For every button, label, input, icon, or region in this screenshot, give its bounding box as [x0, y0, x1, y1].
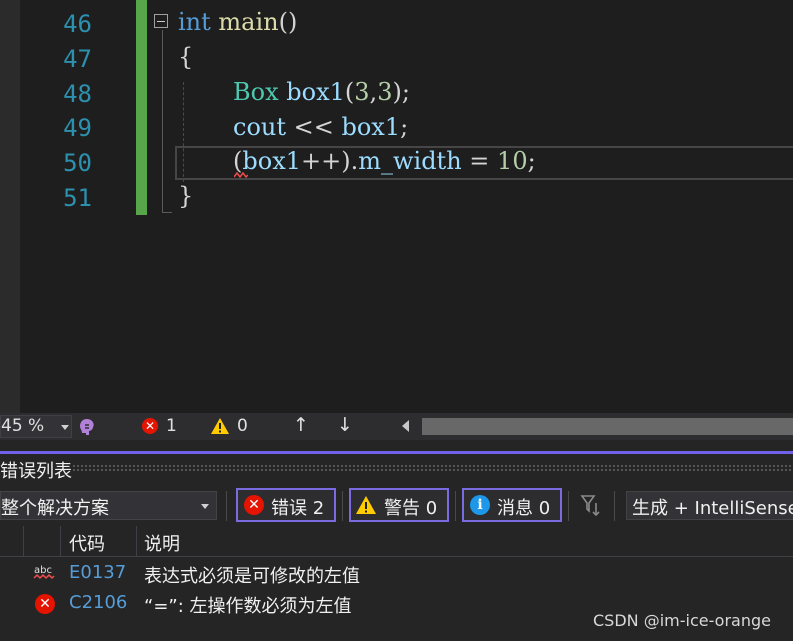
punctuation: );: [392, 78, 410, 106]
code-line-50[interactable]: (box1++).m_width = 10;: [233, 147, 536, 175]
build-source-value: 生成 + IntelliSense: [632, 498, 793, 519]
table-row[interactable]: abc E0137 表达式必须是可修改的左值: [0, 559, 793, 589]
zoom-dropdown[interactable]: 45 %: [0, 415, 72, 438]
zoom-value: 45 %: [1, 416, 45, 436]
open-brace: {: [178, 43, 194, 71]
warning-icon[interactable]: [210, 417, 230, 435]
chevron-down-icon: [201, 504, 209, 509]
line-number-50: 50: [63, 149, 92, 177]
type-name: Box: [233, 78, 279, 106]
error-icon: ✕: [35, 594, 55, 614]
error-code[interactable]: E0137: [69, 562, 126, 583]
toolbar-separator: [614, 491, 615, 521]
punctuation: (): [278, 8, 298, 36]
filter-funnel-icon[interactable]: [580, 493, 602, 517]
function-name: main: [218, 8, 279, 36]
code-line-49[interactable]: cout << box1;: [233, 113, 408, 141]
variable-name: box1: [341, 113, 401, 141]
column-separator[interactable]: [23, 526, 24, 556]
punctuation: ;: [527, 147, 536, 175]
outline-fold-line: [162, 30, 163, 212]
code-line-51[interactable]: }: [178, 182, 193, 210]
intellisense-abc-icon: abc: [33, 565, 55, 580]
editor-status-strip: 45 % ✕ 1 0 ↑ ↓: [0, 413, 793, 440]
outline-fold-end: [162, 212, 172, 213]
toolbar-separator: [568, 491, 569, 521]
error-description: 表达式必须是可修改的左值: [144, 566, 360, 587]
line-number-46: 46: [63, 10, 92, 38]
error-squiggle[interactable]: [234, 172, 248, 178]
messages-filter-button[interactable]: i 消息 0: [462, 488, 562, 522]
build-source-dropdown[interactable]: 生成 + IntelliSense: [626, 491, 793, 520]
code-line-46[interactable]: int main(): [178, 8, 297, 36]
variable-name: cout: [233, 113, 286, 141]
warnings-filter-label: 警告 0: [384, 498, 438, 519]
column-separator[interactable]: [60, 526, 61, 556]
code-editor[interactable]: 46 47 48 49 50 51 int main() { Box box1(…: [0, 0, 793, 413]
editor-left-margin: [0, 0, 20, 413]
number-literal: 10: [497, 147, 528, 175]
code-line-47[interactable]: {: [178, 43, 193, 71]
collapse-toggle-icon[interactable]: [154, 14, 168, 28]
scope-dropdown[interactable]: 整个解决方案: [0, 491, 217, 520]
chevron-down-icon: [61, 425, 69, 430]
warnings-filter-button[interactable]: 警告 0: [349, 488, 449, 522]
column-separator[interactable]: [136, 526, 137, 556]
error-code[interactable]: C2106: [69, 592, 127, 613]
error-description: “=”: 左操作数必须为左值: [144, 596, 352, 617]
close-brace: }: [178, 182, 194, 210]
grid-header: 代码 说明: [0, 526, 793, 557]
status-error-count[interactable]: 1: [166, 416, 177, 436]
info-icon: i: [470, 495, 490, 515]
scroll-left-icon[interactable]: [402, 420, 409, 432]
panel-active-accent: [0, 451, 793, 454]
next-issue-arrow-icon[interactable]: ↓: [337, 414, 353, 436]
error-icon[interactable]: ✕: [142, 418, 158, 434]
panel-drag-grip[interactable]: [72, 464, 793, 473]
number-literal: 3: [354, 78, 370, 106]
line-number-47: 47: [63, 45, 92, 73]
toolbar-separator: [226, 491, 227, 521]
toolbar-separator: [455, 491, 456, 521]
horizontal-scrollbar[interactable]: [422, 418, 793, 435]
line-number-51: 51: [63, 184, 92, 212]
variable-name: box1: [286, 78, 345, 106]
watermark-text: CSDN @im-ice-orange: [593, 611, 771, 630]
messages-filter-label: 消息 0: [497, 498, 551, 519]
errors-filter-label: 错误 2: [271, 498, 325, 519]
member-name: m_width: [358, 147, 462, 175]
warning-icon: [356, 496, 376, 514]
operator: ++).: [301, 147, 359, 175]
intellicode-hint-icon[interactable]: [76, 416, 98, 438]
operator: =: [461, 147, 498, 175]
keyword-int: int: [178, 8, 211, 36]
operator: <<: [286, 113, 342, 141]
change-tracking-bar: [136, 0, 147, 215]
punctuation: (: [233, 147, 243, 175]
number-literal: 3: [377, 78, 393, 106]
status-warning-count[interactable]: 0: [237, 416, 248, 436]
variable-name: box1: [242, 147, 301, 175]
code-line-48[interactable]: Box box1(3,3);: [233, 78, 410, 106]
scope-value: 整个解决方案: [1, 498, 109, 519]
panel-title: 错误列表: [0, 461, 72, 482]
toolbar-separator: [342, 491, 343, 521]
line-number-48: 48: [63, 80, 92, 108]
previous-issue-arrow-icon[interactable]: ↑: [293, 414, 309, 436]
error-icon: ✕: [244, 495, 264, 515]
column-header-description[interactable]: 说明: [144, 530, 180, 556]
column-header-code[interactable]: 代码: [69, 530, 105, 556]
line-number-49: 49: [63, 114, 92, 142]
punctuation: (: [344, 78, 355, 106]
punctuation: ;: [400, 113, 409, 141]
errors-filter-button[interactable]: ✕ 错误 2: [236, 488, 336, 522]
